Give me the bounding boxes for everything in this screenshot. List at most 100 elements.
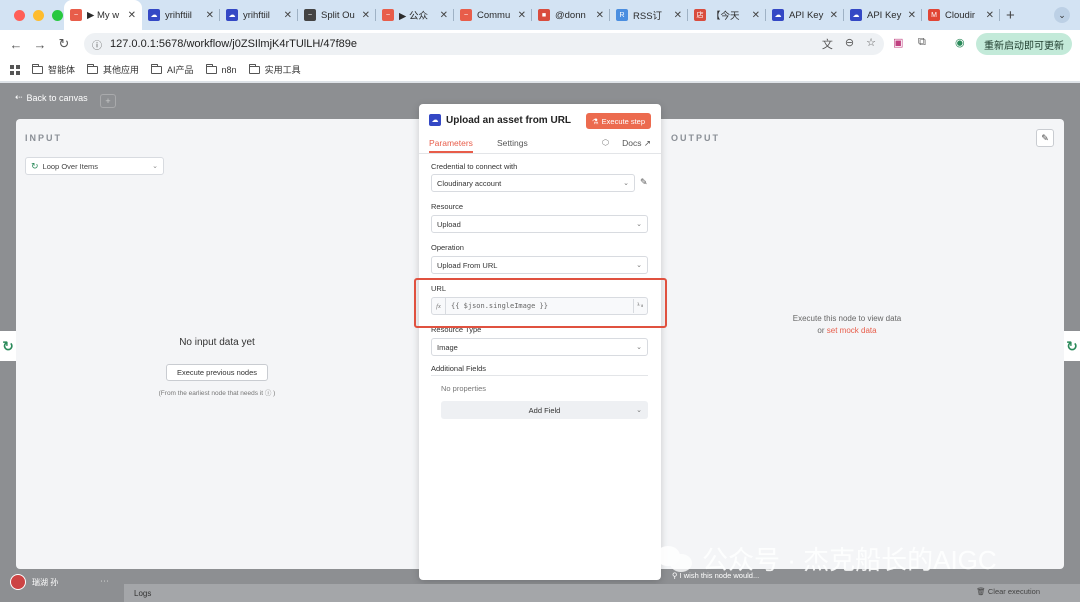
bookmark-star-icon[interactable]: ☆ bbox=[866, 36, 876, 52]
output-empty-message: Execute this node to view data or set mo… bbox=[792, 314, 902, 335]
browser-toolbar: ← → ↻ ⓘ 127.0.0.1:5678/workflow/j0ZSIlmj… bbox=[0, 30, 1080, 58]
close-tab-icon[interactable]: ✕ bbox=[908, 10, 916, 21]
tab-parameters[interactable]: Parameters bbox=[429, 138, 473, 153]
tab-favicon-icon: ■ bbox=[538, 9, 550, 21]
execute-previous-nodes-button[interactable]: Execute previous nodes bbox=[166, 364, 268, 381]
loop-icon: ↻ bbox=[31, 160, 39, 171]
close-tab-icon[interactable]: ✕ bbox=[986, 10, 994, 21]
chevron-down-icon: ⌄ bbox=[636, 344, 642, 351]
tab-favicon-icon: ☁ bbox=[772, 9, 784, 21]
browser-tab[interactable]: 店【今天 ✕ bbox=[688, 0, 766, 30]
profile-icon[interactable]: ◉ bbox=[955, 36, 965, 49]
browser-tab[interactable]: M Cloudir ✕ bbox=[922, 0, 1000, 30]
browser-tab[interactable]: ~ Commu ✕ bbox=[454, 0, 532, 30]
tab-favicon-icon: ☁ bbox=[226, 9, 238, 21]
resource-type-select[interactable]: Image ⌄ bbox=[431, 338, 648, 356]
tab-separator bbox=[999, 9, 1000, 21]
credential-select[interactable]: Cloudinary account ⌄ bbox=[431, 174, 635, 192]
bookmark-folder[interactable]: AI产品 bbox=[151, 63, 194, 76]
clear-execution-button[interactable]: 🗑 Clear execution bbox=[976, 587, 1040, 596]
external-link-icon: ↗ bbox=[643, 138, 651, 148]
browser-tab[interactable]: ☁ API Key ✕ bbox=[766, 0, 844, 30]
folder-icon bbox=[87, 63, 99, 74]
maximize-window-button[interactable] bbox=[52, 9, 63, 21]
extensions-puzzle-icon[interactable]: ⧉ bbox=[918, 36, 926, 49]
add-node-button[interactable]: + bbox=[100, 94, 116, 108]
tab-favicon-icon: ~ bbox=[304, 9, 316, 21]
tab-favicon-icon: ~ bbox=[70, 9, 82, 21]
extension-icon[interactable]: ▣ bbox=[893, 36, 903, 49]
browser-tab[interactable]: ~ ▶ 公众 ✕ bbox=[376, 0, 454, 30]
logs-panel-toggle[interactable]: Logs bbox=[124, 584, 1080, 602]
bookmark-folder[interactable]: n8n bbox=[205, 63, 237, 75]
bookmark-folder[interactable]: 实用工具 bbox=[248, 63, 301, 76]
close-tab-icon[interactable]: ✕ bbox=[206, 10, 214, 21]
close-tab-icon[interactable]: ✕ bbox=[362, 10, 370, 21]
forward-arrow-icon[interactable]: → bbox=[28, 37, 52, 52]
close-tab-icon[interactable]: ✕ bbox=[674, 10, 682, 21]
user-menu[interactable]: 瑞湖 孙 bbox=[10, 574, 58, 590]
bookmark-folder[interactable]: 其他应用 bbox=[87, 63, 139, 76]
operation-select[interactable]: Upload From URL ⌄ bbox=[431, 256, 648, 274]
docs-link[interactable]: Docs ↗ bbox=[622, 138, 651, 149]
divider bbox=[431, 375, 648, 376]
back-arrow-icon[interactable]: ← bbox=[4, 37, 28, 52]
close-window-button[interactable] bbox=[14, 9, 25, 21]
close-tab-icon[interactable]: ✕ bbox=[284, 10, 292, 21]
tab-search-icon[interactable]: ⌄ bbox=[1054, 7, 1070, 23]
cube-icon[interactable]: ⬡ bbox=[602, 138, 609, 147]
close-tab-icon[interactable]: ✕ bbox=[596, 10, 604, 21]
reload-icon[interactable]: ↻ bbox=[52, 36, 76, 52]
execute-step-button[interactable]: ⚗ Execute step bbox=[585, 113, 651, 129]
chevron-down-icon: ⌄ bbox=[623, 180, 629, 187]
earliest-node-note: (From the earliest node that needs it ⓘ … bbox=[158, 390, 276, 397]
no-properties-text: No properties bbox=[441, 384, 487, 393]
right-loop-handle-icon[interactable]: ↻ bbox=[1064, 331, 1080, 361]
more-options-icon[interactable]: ⋯ bbox=[100, 576, 109, 587]
close-tab-icon[interactable]: ✕ bbox=[752, 10, 760, 21]
new-tab-button[interactable]: + bbox=[1000, 7, 1015, 24]
close-tab-icon[interactable]: ✕ bbox=[440, 10, 448, 21]
apps-grid-icon[interactable] bbox=[10, 64, 20, 75]
tab-title: API Key bbox=[867, 9, 902, 21]
site-info-icon[interactable]: ⓘ bbox=[92, 37, 102, 52]
tab-settings[interactable]: Settings bbox=[497, 138, 528, 148]
add-field-button[interactable]: Add Field ⌄ bbox=[441, 401, 648, 419]
chevron-down-icon: ⌄ bbox=[636, 407, 642, 414]
browser-tab[interactable]: R RSS订 ✕ bbox=[610, 0, 688, 30]
browser-tab[interactable]: ~ ▶ My w ✕ bbox=[64, 0, 142, 30]
set-mock-data-link[interactable]: set mock data bbox=[827, 326, 877, 335]
browser-tab[interactable]: ☁ yrihftiil ✕ bbox=[142, 0, 220, 30]
resource-label: Resource bbox=[431, 202, 464, 211]
bookmark-folder[interactable]: 智能体 bbox=[32, 63, 75, 76]
close-tab-icon[interactable]: ✕ bbox=[830, 10, 838, 21]
chevron-down-icon: ⌄ bbox=[636, 221, 642, 228]
tab-title: yrihftiil bbox=[165, 9, 192, 21]
chevron-down-icon: ⌄ bbox=[152, 163, 158, 170]
input-node-select[interactable]: ↻ Loop Over Items ⌄ bbox=[25, 157, 164, 175]
browser-tab[interactable]: ■ @donn ✕ bbox=[532, 0, 610, 30]
close-tab-icon[interactable]: ✕ bbox=[518, 10, 526, 21]
tab-favicon-icon: ☁ bbox=[148, 9, 160, 21]
operation-label: Operation bbox=[431, 243, 464, 252]
browser-tab[interactable]: ☁ yrihftiil ✕ bbox=[220, 0, 298, 30]
node-header: ☁ Upload an asset from URL ⚗ Execute ste… bbox=[419, 104, 661, 136]
tab-favicon-icon: R bbox=[616, 9, 628, 21]
resource-select[interactable]: Upload ⌄ bbox=[431, 215, 648, 233]
back-to-canvas-link[interactable]: ⇠ Back to canvas bbox=[15, 92, 88, 103]
url-text: 127.0.0.1:5678/workflow/j0ZSIlmjK4rTUlLH… bbox=[110, 38, 358, 50]
browser-tab[interactable]: ☁ API Key ✕ bbox=[844, 0, 922, 30]
folder-icon bbox=[32, 63, 43, 74]
node-title[interactable]: Upload an asset from URL bbox=[446, 115, 571, 126]
translate-icon[interactable]: 文 bbox=[822, 36, 833, 52]
tab-title: @donn bbox=[555, 9, 586, 21]
restart-update-button[interactable]: 重新启动即可更新 bbox=[976, 33, 1072, 55]
close-tab-icon[interactable]: ✕ bbox=[128, 10, 136, 21]
minimize-window-button[interactable] bbox=[33, 9, 44, 21]
browser-tab[interactable]: ~ Split Ou ✕ bbox=[298, 0, 376, 30]
left-loop-handle-icon[interactable]: ↻ bbox=[0, 331, 16, 361]
zoom-icon[interactable]: ⊖ bbox=[845, 36, 854, 52]
edit-output-pencil-icon[interactable]: ✎ bbox=[1036, 129, 1054, 147]
address-bar[interactable]: ⓘ 127.0.0.1:5678/workflow/j0ZSIlmjK4rTUl… bbox=[84, 33, 884, 55]
edit-credential-pencil-icon[interactable]: ✎ bbox=[640, 177, 648, 188]
